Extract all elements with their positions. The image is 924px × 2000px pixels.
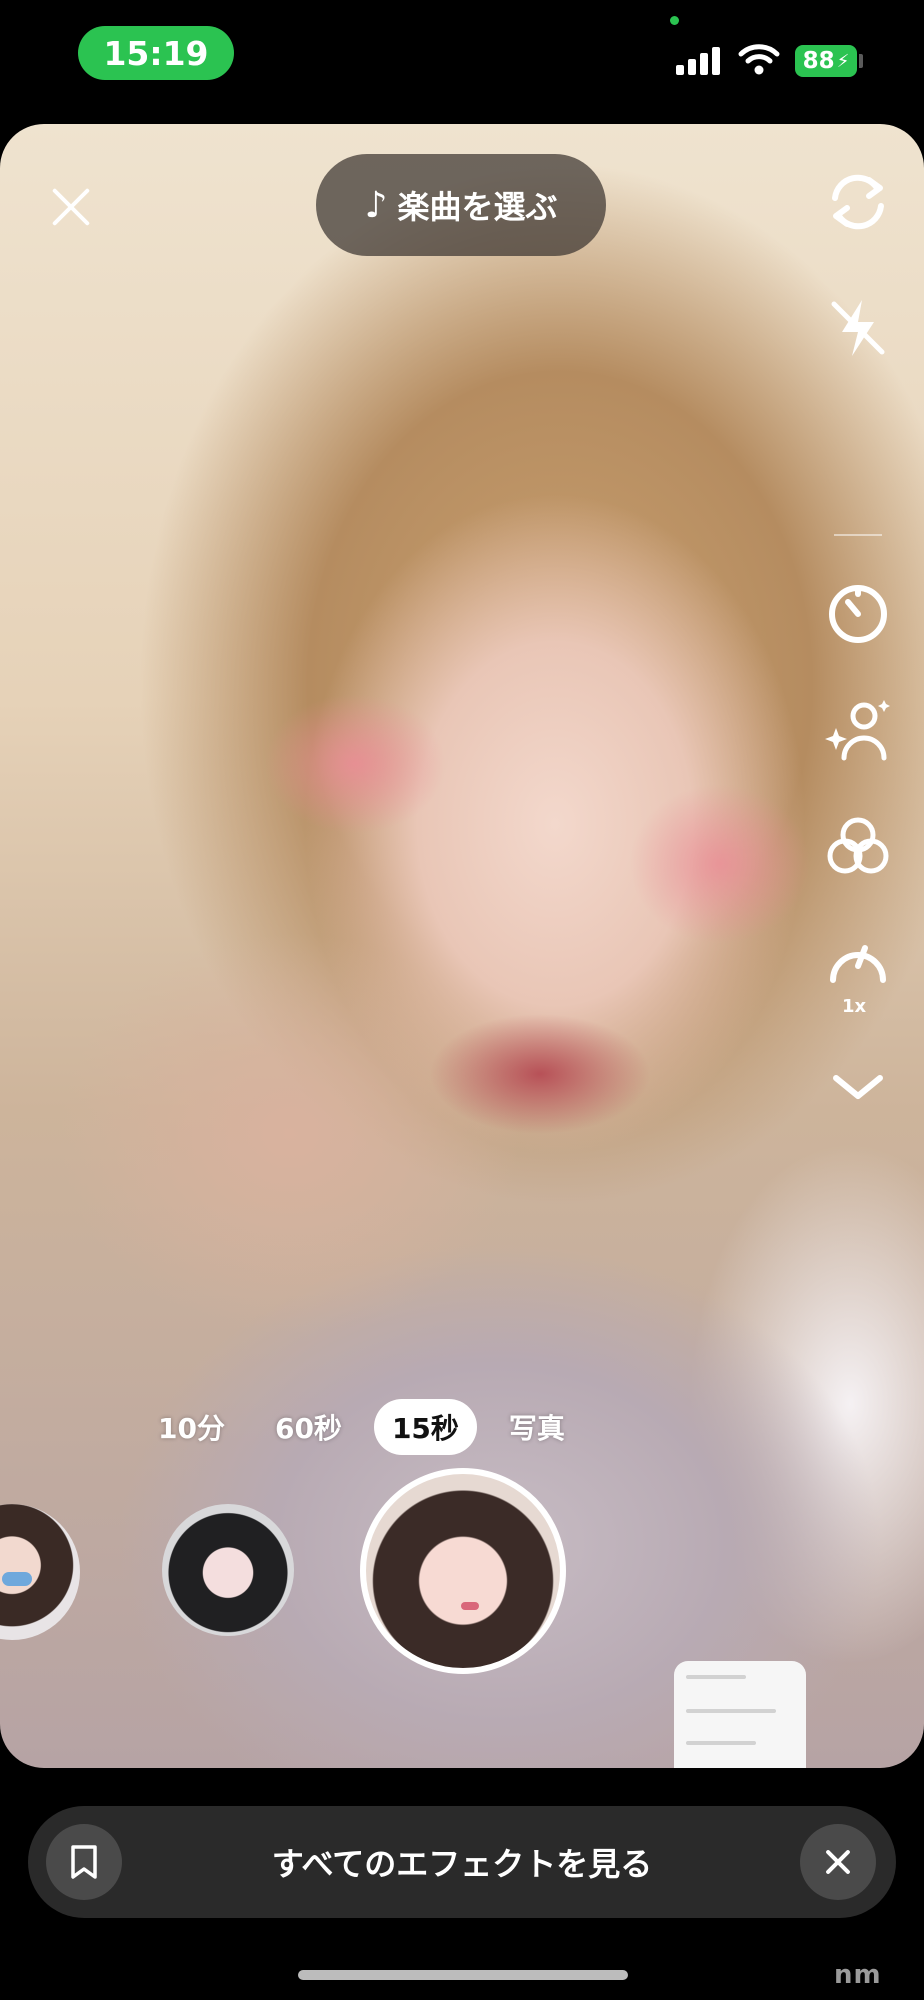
tools-divider	[834, 534, 882, 536]
camera-preview: ♪ 楽曲を選ぶ 1x 10分 60秒 15秒 写真	[0, 124, 924, 1768]
timer-icon[interactable]	[820, 582, 896, 646]
close-icon[interactable]	[46, 182, 96, 232]
home-indicator[interactable]	[298, 1970, 628, 1980]
effect-sticker	[2, 1572, 32, 1586]
speed-value: 1x	[842, 996, 867, 1017]
mode-tab-60s[interactable]: 60秒	[257, 1399, 360, 1455]
gallery-button[interactable]	[674, 1661, 806, 1768]
beauty-icon[interactable]	[820, 698, 896, 764]
speed-icon[interactable]	[820, 936, 896, 986]
camera-indicator-dot	[670, 16, 679, 25]
mode-tab-15s[interactable]: 15秒	[373, 1399, 477, 1455]
battery-level: 88	[802, 48, 835, 74]
thumb-line	[686, 1709, 776, 1713]
wifi-icon	[738, 44, 780, 75]
thumb-line	[686, 1675, 746, 1679]
effect-thumbnail[interactable]	[0, 1504, 80, 1640]
battery-tip	[859, 54, 863, 68]
close-effects-button[interactable]	[800, 1824, 876, 1900]
filters-icon[interactable]	[820, 816, 896, 878]
effect-face-detail	[461, 1602, 479, 1610]
thumb-line	[686, 1741, 756, 1745]
status-time: 15:19	[78, 26, 234, 80]
status-bar: 15:19 88 ⚡	[0, 0, 924, 120]
effects-bar[interactable]: すべてのエフェクトを見る	[28, 1806, 896, 1918]
mode-tab-photo[interactable]: 写真	[491, 1399, 583, 1455]
mode-tab-10min[interactable]: 10分	[140, 1399, 243, 1455]
select-music-label: 楽曲を選ぶ	[397, 188, 558, 226]
music-note-icon: ♪	[364, 184, 388, 226]
charging-bolt-icon: ⚡	[836, 50, 850, 72]
signal-icon	[676, 45, 722, 75]
effects-carousel	[0, 1468, 924, 1768]
select-music-button[interactable]: ♪ 楽曲を選ぶ	[316, 154, 606, 256]
flash-off-icon[interactable]	[820, 294, 896, 362]
chevron-down-icon[interactable]	[820, 1072, 896, 1102]
watermark-logo: nm	[834, 1960, 882, 1990]
battery-indicator: 88 ⚡	[795, 45, 857, 77]
flip-camera-icon[interactable]	[820, 170, 896, 234]
capture-mode-tabs: 10分 60秒 15秒 写真	[140, 1397, 640, 1457]
effect-thumbnail[interactable]	[162, 1504, 294, 1636]
record-button-effect[interactable]	[360, 1468, 566, 1674]
see-all-effects-label[interactable]: すべてのエフェクトを見る	[28, 1839, 896, 1885]
